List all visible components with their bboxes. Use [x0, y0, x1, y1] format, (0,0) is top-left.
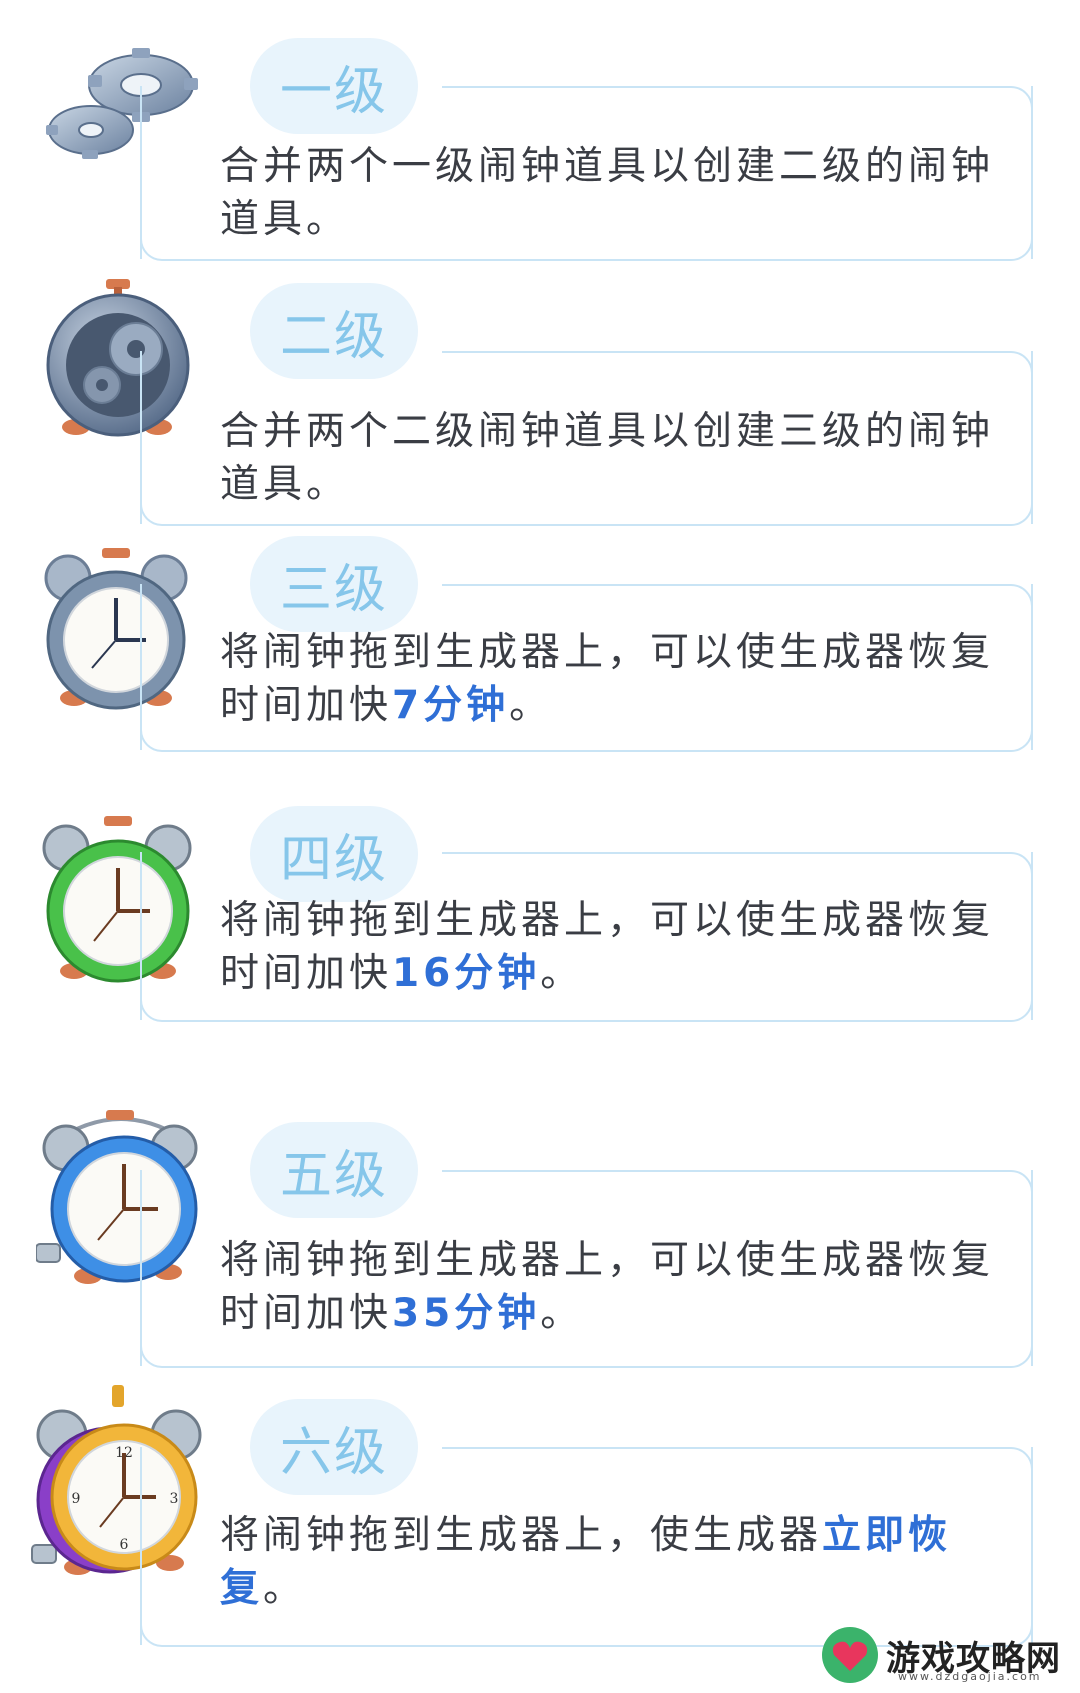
level-6-title: 六级 [250, 1399, 418, 1495]
level-2-title: 二级 [250, 283, 418, 379]
svg-text:9: 9 [72, 1491, 81, 1507]
heart-logo-icon [822, 1627, 878, 1683]
level-4-title: 四级 [250, 806, 418, 902]
level-3-title: 三级 [250, 536, 418, 632]
site-watermark: 游戏攻略网 www.dzdgaojia.com [820, 1620, 1075, 1690]
level-5-title: 五级 [250, 1122, 418, 1218]
level-1-description: 合并两个一级闹钟道具以创建二级的闹钟道具。 [220, 144, 995, 242]
level-6-description: 将闹钟拖到生成器上，使生成器立即恢复。 [220, 1513, 952, 1611]
watermark-url: www.dzdgaojia.com [898, 1670, 1042, 1683]
level-1-title: 一级 [250, 38, 418, 134]
level-3-description: 将闹钟拖到生成器上，可以使生成器恢复时间加快7分钟。 [220, 630, 995, 728]
level-2-description: 合并两个二级闹钟道具以创建三级的闹钟道具。 [220, 409, 995, 507]
level-5-description: 将闹钟拖到生成器上，可以使生成器恢复时间加快35分钟。 [220, 1238, 995, 1336]
svg-text:6: 6 [120, 1537, 129, 1553]
level-4-description: 将闹钟拖到生成器上，可以使生成器恢复时间加快16分钟。 [220, 898, 995, 996]
